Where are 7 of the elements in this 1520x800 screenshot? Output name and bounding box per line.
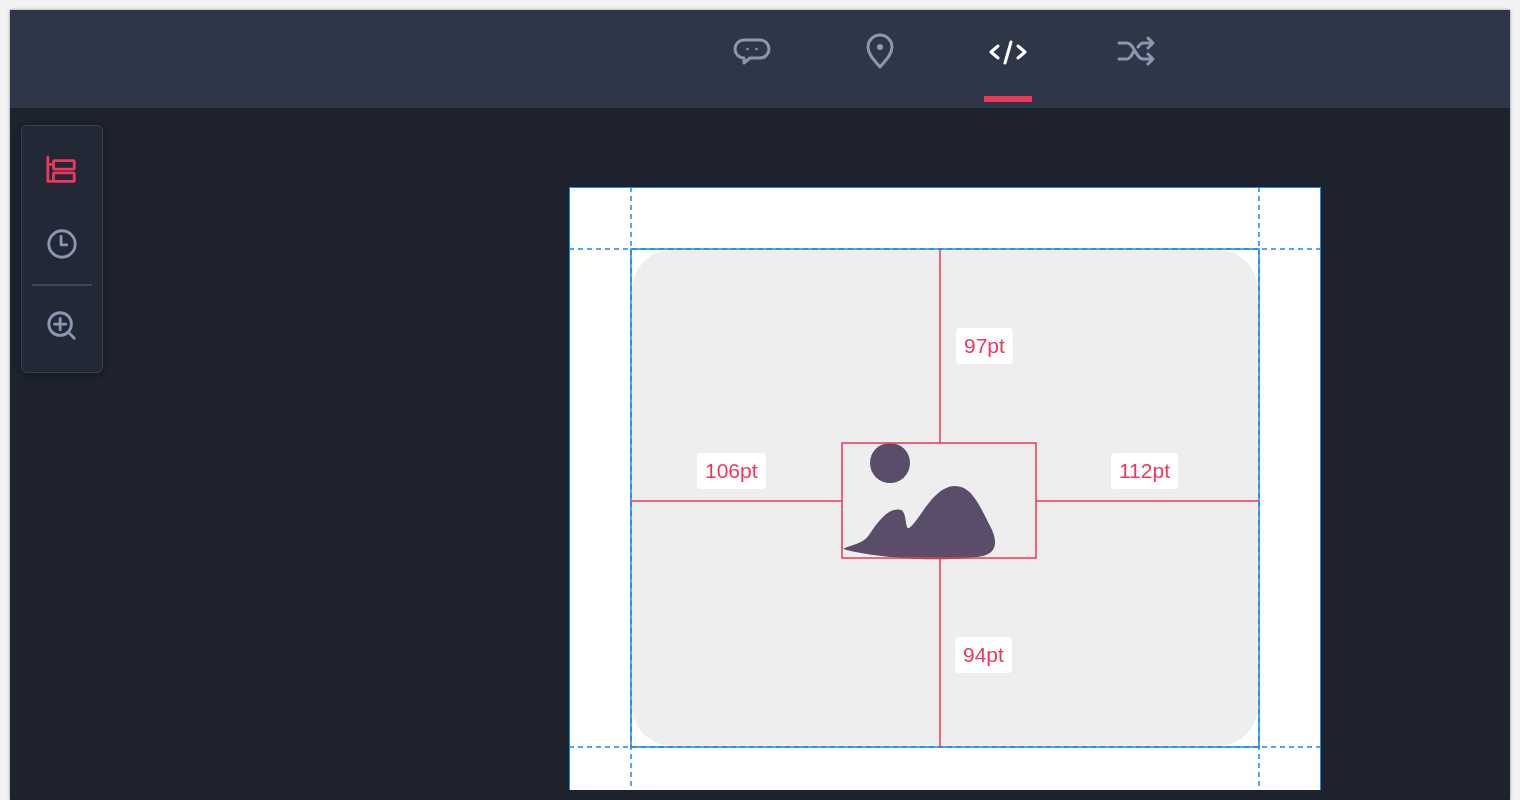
- spacing-label: 112pt: [1111, 453, 1178, 489]
- spacing-label: 106pt: [697, 453, 766, 489]
- zoom-in-icon: [45, 308, 79, 343]
- spacing-label: 97pt: [956, 328, 1013, 364]
- spacing-label: 94pt: [955, 637, 1012, 673]
- image-placeholder-icon: [842, 442, 995, 559]
- clock-icon: [45, 227, 79, 261]
